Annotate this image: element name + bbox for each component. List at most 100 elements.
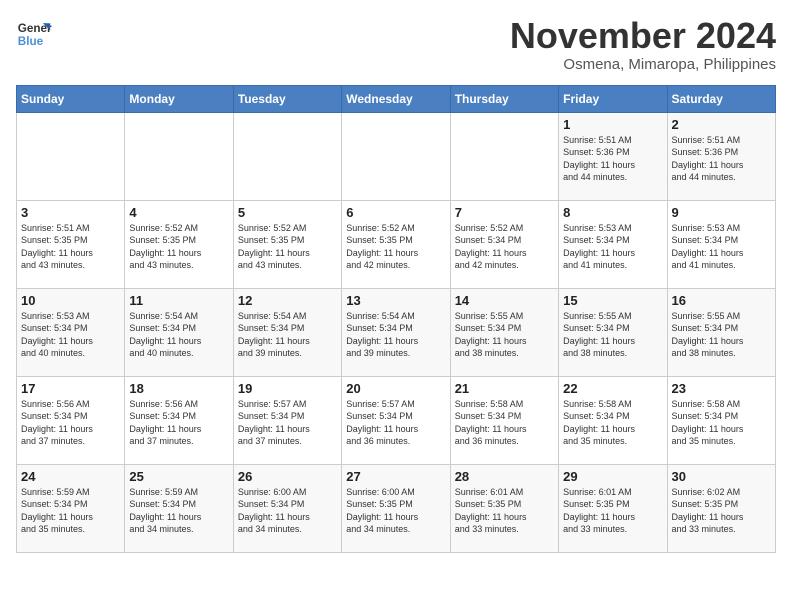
day-info: Sunrise: 5:54 AM Sunset: 5:34 PM Dayligh…	[238, 310, 337, 360]
day-info: Sunrise: 5:58 AM Sunset: 5:34 PM Dayligh…	[563, 398, 662, 448]
header-sunday: Sunday	[17, 85, 125, 112]
table-row: 28Sunrise: 6:01 AM Sunset: 5:35 PM Dayli…	[450, 464, 558, 552]
day-number: 30	[672, 469, 771, 484]
day-info: Sunrise: 6:02 AM Sunset: 5:35 PM Dayligh…	[672, 486, 771, 536]
calendar-table: Sunday Monday Tuesday Wednesday Thursday…	[16, 85, 776, 553]
day-number: 18	[129, 381, 228, 396]
day-number: 10	[21, 293, 120, 308]
table-row: 20 Sunrise: 5:57 AM Sunset: 5:34 PM Dayli…	[342, 376, 450, 464]
header-friday: Friday	[559, 85, 667, 112]
day-info: Sunrise: 6:00 AM Sunset: 5:35 PM Dayligh…	[346, 486, 445, 536]
calendar-body: 1Sunrise: 5:51 AM Sunset: 5:36 PM Daylig…	[17, 112, 776, 552]
day-number: 6	[346, 205, 445, 220]
day-info: Sunrise: 5:52 AM Sunset: 5:35 PM Dayligh…	[238, 222, 337, 272]
day-number: 25	[129, 469, 228, 484]
day-number: 26	[238, 469, 337, 484]
day-info: Sunrise: 6:01 AM Sunset: 5:35 PM Dayligh…	[563, 486, 662, 536]
day-info: Sunrise: 5:56 AM Sunset: 5:34 PM Dayligh…	[21, 398, 120, 448]
title-block: November 2024 Osmena, Mimaropa, Philippi…	[510, 16, 776, 73]
day-info: Sunrise: 5:54 AM Sunset: 5:34 PM Dayligh…	[129, 310, 228, 360]
table-row: 30 Sunrise: 6:02 AM Sunset: 5:35 PM Dayli…	[667, 464, 775, 552]
header-monday: Monday	[125, 85, 233, 112]
day-info: Sunrise: 5:55 AM Sunset: 5:34 PM Dayligh…	[563, 310, 662, 360]
table-row: 22Sunrise: 5:58 AM Sunset: 5:34 PM Dayli…	[559, 376, 667, 464]
table-row: 9 Sunrise: 5:53 AM Sunset: 5:34 PM Daylig…	[667, 200, 775, 288]
day-info: Sunrise: 5:55 AM Sunset: 5:34 PM Dayligh…	[455, 310, 554, 360]
table-row: 7 Sunrise: 5:52 AM Sunset: 5:34 PM Daylig…	[450, 200, 558, 288]
table-row: 14 Sunrise: 5:55 AM Sunset: 5:34 PM Dayli…	[450, 288, 558, 376]
month-title: November 2024	[510, 16, 776, 56]
day-number: 8	[563, 205, 662, 220]
table-row: 10 Sunrise: 5:53 AM Sunset: 5:34 PM Dayli…	[17, 288, 125, 376]
location-subtitle: Osmena, Mimaropa, Philippines	[510, 56, 776, 73]
table-row	[342, 112, 450, 200]
table-row: 15 Sunrise: 5:55 AM Sunset: 5:34 PM Dayli…	[559, 288, 667, 376]
day-number: 14	[455, 293, 554, 308]
day-info: Sunrise: 5:51 AM Sunset: 5:36 PM Dayligh…	[563, 134, 662, 184]
logo-icon: General Blue	[16, 16, 52, 52]
table-row: 19 Sunrise: 5:57 AM Sunset: 5:34 PM Dayli…	[233, 376, 341, 464]
table-row: 17 Sunrise: 5:56 AM Sunset: 5:34 PM Dayli…	[17, 376, 125, 464]
day-number: 9	[672, 205, 771, 220]
day-number: 5	[238, 205, 337, 220]
table-row: 23Sunrise: 5:58 AM Sunset: 5:34 PM Dayli…	[667, 376, 775, 464]
table-row: 5 Sunrise: 5:52 AM Sunset: 5:35 PM Daylig…	[233, 200, 341, 288]
day-number: 15	[563, 293, 662, 308]
day-info: Sunrise: 5:57 AM Sunset: 5:34 PM Dayligh…	[346, 398, 445, 448]
table-row: 11 Sunrise: 5:54 AM Sunset: 5:34 PM Dayli…	[125, 288, 233, 376]
day-info: Sunrise: 5:53 AM Sunset: 5:34 PM Dayligh…	[21, 310, 120, 360]
table-row: 8 Sunrise: 5:53 AM Sunset: 5:34 PM Daylig…	[559, 200, 667, 288]
day-number: 16	[672, 293, 771, 308]
day-number: 29	[563, 469, 662, 484]
day-info: Sunrise: 5:57 AM Sunset: 5:34 PM Dayligh…	[238, 398, 337, 448]
day-number: 3	[21, 205, 120, 220]
table-row: 2 Sunrise: 5:51 AM Sunset: 5:36 PM Daylig…	[667, 112, 775, 200]
day-info: Sunrise: 5:51 AM Sunset: 5:35 PM Dayligh…	[21, 222, 120, 272]
header-tuesday: Tuesday	[233, 85, 341, 112]
table-row: 4 Sunrise: 5:52 AM Sunset: 5:35 PM Daylig…	[125, 200, 233, 288]
day-info: Sunrise: 5:52 AM Sunset: 5:35 PM Dayligh…	[346, 222, 445, 272]
day-number: 19	[238, 381, 337, 396]
day-info: Sunrise: 5:52 AM Sunset: 5:35 PM Dayligh…	[129, 222, 228, 272]
day-info: Sunrise: 5:51 AM Sunset: 5:36 PM Dayligh…	[672, 134, 771, 184]
day-info: Sunrise: 5:59 AM Sunset: 5:34 PM Dayligh…	[129, 486, 228, 536]
table-row: 12Sunrise: 5:54 AM Sunset: 5:34 PM Dayli…	[233, 288, 341, 376]
day-number: 13	[346, 293, 445, 308]
table-row: 26 Sunrise: 6:00 AM Sunset: 5:34 PM Dayli…	[233, 464, 341, 552]
table-row: 27 Sunrise: 6:00 AM Sunset: 5:35 PM Dayli…	[342, 464, 450, 552]
day-number: 27	[346, 469, 445, 484]
table-row: 21Sunrise: 5:58 AM Sunset: 5:34 PM Dayli…	[450, 376, 558, 464]
page-header: General Blue November 2024 Osmena, Mimar…	[16, 16, 776, 73]
day-info: Sunrise: 5:53 AM Sunset: 5:34 PM Dayligh…	[563, 222, 662, 272]
header-thursday: Thursday	[450, 85, 558, 112]
day-number: 7	[455, 205, 554, 220]
table-row: 24 Sunrise: 5:59 AM Sunset: 5:34 PM Dayli…	[17, 464, 125, 552]
table-row: 25 Sunrise: 5:59 AM Sunset: 5:34 PM Dayli…	[125, 464, 233, 552]
day-number: 28	[455, 469, 554, 484]
header-saturday: Saturday	[667, 85, 775, 112]
table-row	[233, 112, 341, 200]
day-info: Sunrise: 6:00 AM Sunset: 5:34 PM Dayligh…	[238, 486, 337, 536]
calendar-header: Sunday Monday Tuesday Wednesday Thursday…	[17, 85, 776, 112]
table-row: 1Sunrise: 5:51 AM Sunset: 5:36 PM Daylig…	[559, 112, 667, 200]
day-number: 2	[672, 117, 771, 132]
day-number: 17	[21, 381, 120, 396]
header-wednesday: Wednesday	[342, 85, 450, 112]
day-info: Sunrise: 5:52 AM Sunset: 5:34 PM Dayligh…	[455, 222, 554, 272]
table-row: 13 Sunrise: 5:54 AM Sunset: 5:34 PM Dayli…	[342, 288, 450, 376]
day-info: Sunrise: 5:55 AM Sunset: 5:34 PM Dayligh…	[672, 310, 771, 360]
day-number: 11	[129, 293, 228, 308]
day-info: Sunrise: 5:54 AM Sunset: 5:34 PM Dayligh…	[346, 310, 445, 360]
day-info: Sunrise: 5:53 AM Sunset: 5:34 PM Dayligh…	[672, 222, 771, 272]
table-row: 3 Sunrise: 5:51 AM Sunset: 5:35 PM Daylig…	[17, 200, 125, 288]
table-row	[450, 112, 558, 200]
svg-text:Blue: Blue	[18, 35, 44, 48]
table-row: 16 Sunrise: 5:55 AM Sunset: 5:34 PM Dayli…	[667, 288, 775, 376]
table-row	[125, 112, 233, 200]
day-number: 20	[346, 381, 445, 396]
table-row	[17, 112, 125, 200]
day-number: 23	[672, 381, 771, 396]
day-number: 4	[129, 205, 228, 220]
day-info: Sunrise: 5:59 AM Sunset: 5:34 PM Dayligh…	[21, 486, 120, 536]
day-number: 24	[21, 469, 120, 484]
